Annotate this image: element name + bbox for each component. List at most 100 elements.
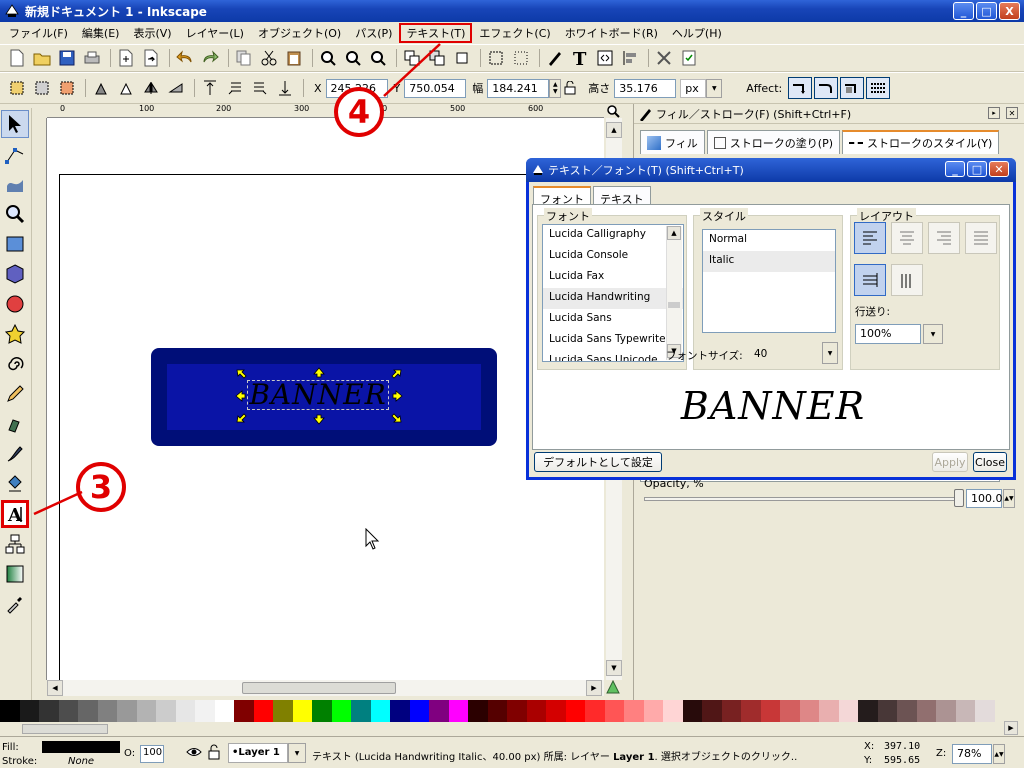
clone-icon[interactable] [426, 47, 448, 69]
color-swatch[interactable] [253, 700, 273, 722]
rectangle-tool[interactable] [1, 230, 29, 258]
color-swatch[interactable] [156, 700, 176, 722]
xml-editor-icon[interactable] [594, 47, 616, 69]
menu-view[interactable]: 表示(V) [126, 23, 178, 43]
palette-scrollbar[interactable]: ▶ [0, 721, 1024, 736]
color-swatch[interactable] [819, 700, 839, 722]
color-swatch[interactable] [136, 700, 156, 722]
zoom-tool[interactable] [1, 200, 29, 228]
color-swatch[interactable] [546, 700, 566, 722]
scroll-thumb[interactable] [242, 682, 396, 694]
font-list-item[interactable]: Lucida Sans Unicode [543, 351, 683, 361]
chevron-down-icon[interactable]: ▼ [923, 324, 943, 344]
menu-layer[interactable]: レイヤー(L) [179, 23, 251, 43]
color-swatch[interactable] [838, 700, 858, 722]
dropper-tool[interactable] [1, 590, 29, 618]
ellipse-tool[interactable] [1, 290, 29, 318]
color-swatch[interactable] [429, 700, 449, 722]
layer-lock-icon[interactable] [208, 744, 220, 763]
save-icon[interactable] [56, 47, 78, 69]
color-swatch[interactable] [487, 700, 507, 722]
duplicate-icon[interactable] [401, 47, 423, 69]
color-swatch[interactable] [780, 700, 800, 722]
scroll-right-icon[interactable]: ▶ [586, 680, 602, 696]
menu-help[interactable]: ヘルプ(H) [665, 23, 729, 43]
close-dialog-button[interactable]: Close [973, 452, 1007, 472]
tweak-tool[interactable] [1, 170, 29, 198]
rotate-cw-icon[interactable] [115, 77, 137, 99]
color-swatch[interactable] [507, 700, 527, 722]
zoom-selection-icon[interactable] [317, 47, 339, 69]
menu-edit[interactable]: 編集(E) [75, 23, 127, 43]
color-swatch[interactable] [565, 700, 585, 722]
chevron-down-icon[interactable]: ▼ [706, 78, 723, 98]
color-swatch[interactable] [585, 700, 605, 722]
color-swatch[interactable] [916, 700, 936, 722]
menu-whiteboard[interactable]: ホワイトボード(R) [558, 23, 665, 43]
zoom-drawing-icon[interactable] [342, 47, 364, 69]
star-tool[interactable] [1, 320, 29, 348]
width-spinner[interactable]: ▲ ▼ [549, 78, 562, 98]
zoom-field[interactable]: 78% [952, 744, 992, 764]
menu-object[interactable]: オブジェクト(O) [251, 23, 348, 43]
minimize-button[interactable]: _ [953, 2, 974, 20]
color-swatch[interactable] [409, 700, 429, 722]
color-swatch[interactable] [19, 700, 39, 722]
scroll-down-icon[interactable]: ▼ [606, 660, 622, 676]
scroll-thumb[interactable] [668, 302, 680, 308]
scroll-thumb[interactable] [22, 724, 108, 734]
document-properties-icon[interactable] [678, 47, 700, 69]
color-swatch[interactable] [39, 700, 59, 722]
deselect-icon[interactable] [56, 77, 78, 99]
align-justify-icon[interactable] [965, 222, 997, 254]
pencil-tool[interactable] [1, 380, 29, 408]
affect-pattern-toggle[interactable] [866, 77, 891, 99]
zoom-page-icon[interactable] [367, 47, 389, 69]
spiral-tool[interactable] [1, 350, 29, 378]
opacity-slider-track[interactable] [644, 497, 959, 501]
close-button[interactable]: X [999, 2, 1020, 20]
color-swatch[interactable] [682, 700, 702, 722]
color-swatch[interactable] [0, 700, 20, 722]
color-swatch[interactable] [897, 700, 917, 722]
color-swatch[interactable] [526, 700, 546, 722]
style-list-item-selected[interactable]: Italic [703, 251, 835, 272]
preferences-icon[interactable] [653, 47, 675, 69]
color-swatch[interactable] [390, 700, 410, 722]
maximize-button[interactable]: □ [976, 2, 997, 20]
align-right-icon[interactable] [928, 222, 960, 254]
fill-stroke-icon[interactable] [544, 47, 566, 69]
opacity-slider-thumb[interactable] [954, 489, 964, 507]
dock-close-icon[interactable]: ✕ [1006, 107, 1018, 119]
select-all-icon[interactable] [6, 77, 28, 99]
drawing-canvas[interactable]: BANNER [47, 118, 604, 680]
color-swatch[interactable] [760, 700, 780, 722]
calligraphy-tool[interactable] [1, 440, 29, 468]
color-swatch[interactable] [78, 700, 98, 722]
selection-handles[interactable] [233, 366, 405, 426]
font-list-item[interactable]: Lucida Calligraphy [543, 225, 683, 246]
menu-path[interactable]: パス(P) [348, 23, 399, 43]
font-family-list[interactable]: Lucida Calligraphy Lucida Console Lucida… [542, 224, 684, 362]
gradient-tool[interactable] [1, 560, 29, 588]
color-swatch[interactable] [292, 700, 312, 722]
raise-to-top-icon[interactable] [199, 77, 221, 99]
flip-vertical-icon[interactable] [165, 77, 187, 99]
lower-icon[interactable] [249, 77, 271, 99]
color-swatch[interactable] [936, 700, 956, 722]
horizontal-text-icon[interactable] [854, 264, 886, 296]
color-swatch[interactable] [58, 700, 78, 722]
style-list-item[interactable]: Normal [703, 230, 835, 251]
tab-stroke-paint[interactable]: ストロークの塗り(P) [706, 130, 840, 154]
print-icon[interactable] [81, 47, 103, 69]
layer-select[interactable]: •Layer 1 [228, 743, 288, 763]
color-swatch[interactable] [331, 700, 351, 722]
set-as-default-button[interactable]: デフォルトとして設定 [534, 452, 662, 472]
selector-tool[interactable] [1, 110, 29, 138]
scroll-right-icon[interactable]: ▶ [1004, 721, 1018, 735]
vertical-text-icon[interactable] [891, 264, 923, 296]
text-font-icon[interactable]: T [569, 47, 591, 69]
color-swatch[interactable] [624, 700, 644, 722]
color-manage-icon[interactable] [606, 679, 622, 696]
affect-gradient-toggle[interactable] [840, 77, 865, 99]
